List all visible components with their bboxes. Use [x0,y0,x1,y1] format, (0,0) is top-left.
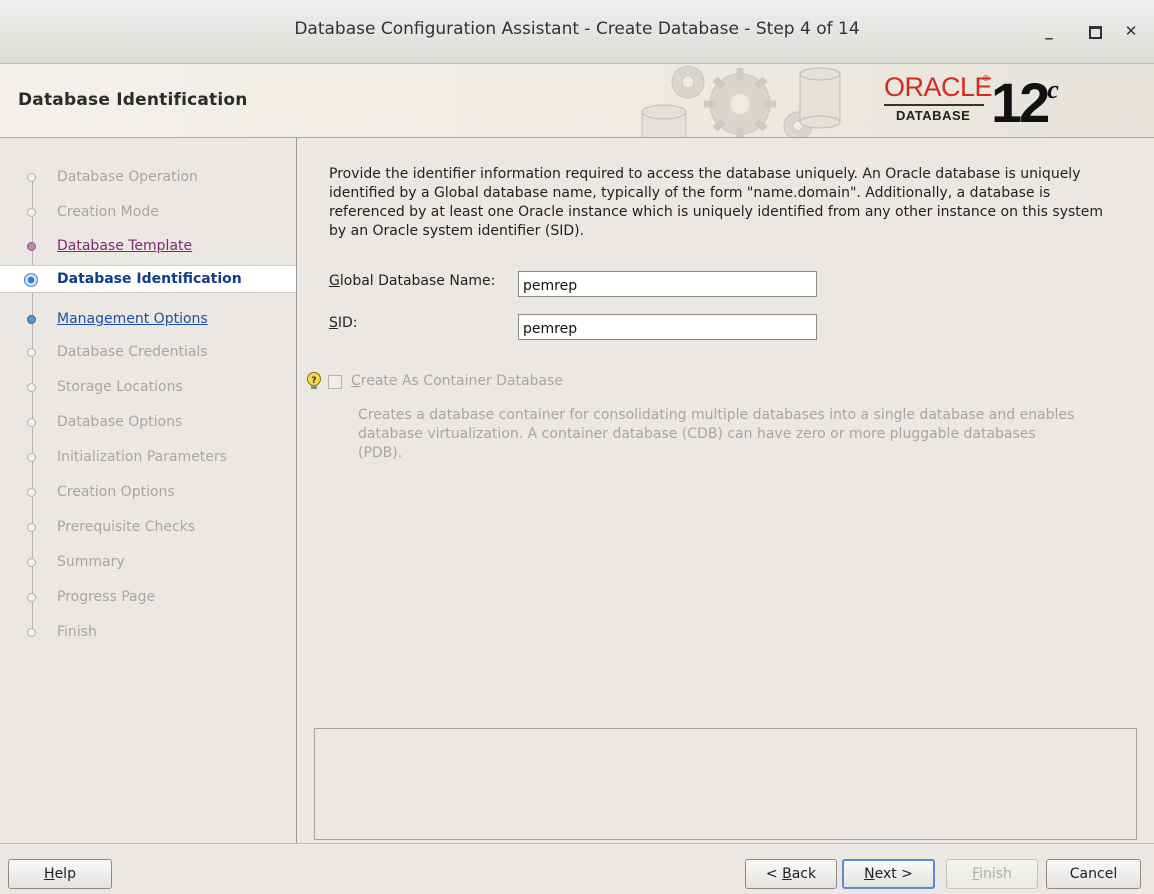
step-prerequisite-checks: Prerequisite Checks [0,513,296,541]
step-dot-icon [27,173,36,182]
maximize-button[interactable] [1082,18,1108,44]
current-step-icon [24,273,38,287]
step-database-identification: Database Identification [0,265,296,293]
step-creation-options: Creation Options [0,478,296,506]
button-prefix: < [765,866,783,882]
step-label: Prerequisite Checks [57,519,196,535]
wizard-header: Database Identification ORACLE ® DATABAS… [0,64,1154,138]
step-dot-icon [27,348,36,357]
brand-rule [884,104,984,106]
sid-input[interactable] [518,314,817,340]
step-management-options[interactable]: Management Options [0,305,296,333]
step-label: Database Identification [57,271,242,287]
back-button[interactable]: < Back [745,859,837,889]
window-title: Database Configuration Assistant - Creat… [294,19,860,39]
oracle-logo: ORACLE ® DATABASE [884,72,993,128]
step-dot-icon [27,593,36,602]
step-label: Creation Mode [57,204,159,220]
label-text: ID: [337,315,358,331]
step-dot-icon [27,558,36,567]
container-db-description: Creates a database container for consoli… [358,407,1075,461]
button-bar: Help < Back Next > Finish Cancel [0,843,1154,894]
gears-database-graphic [641,65,841,137]
minimize-button[interactable]: _ [1036,18,1062,44]
step-link[interactable]: Management Options [57,311,208,327]
cancel-button[interactable]: Cancel [1046,859,1141,889]
version-badge: 12c [991,70,1059,135]
create-container-db-checkbox[interactable] [328,375,342,389]
window-titlebar[interactable]: Database Configuration Assistant - Creat… [0,0,1154,64]
message-pane [314,728,1137,840]
svg-text:?: ? [311,376,316,386]
step-summary: Summary [0,548,296,576]
step-dot-icon [27,453,36,462]
mnemonic: H [44,866,55,882]
step-database-template[interactable]: Database Template [0,232,296,260]
next-button[interactable]: Next > [842,859,935,889]
mnemonic: G [329,273,340,289]
close-button[interactable]: ✕ [1118,18,1144,44]
step-dot-icon [27,242,36,251]
version-number: 12 [991,71,1050,134]
page-title: Database Identification [18,90,248,110]
step-creation-mode: Creation Mode [0,198,296,226]
label-text: lobal Database Name: [339,273,496,289]
main-panel: Provide the identifier information requi… [297,138,1154,843]
create-container-db-label: Create As Container Database [351,373,563,389]
button-label: ack [791,866,817,882]
step-label: Initialization Parameters [57,449,227,465]
step-dot-icon [27,488,36,497]
step-label: Storage Locations [57,379,183,395]
button-label: ext > [874,866,913,882]
step-dot-icon [27,523,36,532]
global-database-name-input[interactable] [518,271,817,297]
mnemonic: N [864,866,875,882]
step-label: Database Operation [57,169,198,185]
step-database-operation: Database Operation [0,163,296,191]
step-label: Creation Options [57,484,175,500]
step-label: Summary [57,554,125,570]
step-label: Progress Page [57,589,156,605]
step-initialization-parameters: Initialization Parameters [0,443,296,471]
maximize-icon [1088,26,1102,39]
button-label: elp [54,866,76,882]
version-suffix: c [1047,75,1059,105]
finish-button[interactable]: Finish [946,859,1038,889]
sid-label: SID: [329,315,358,331]
label-text: reate As Container Database [360,373,563,389]
step-database-options: Database Options [0,408,296,436]
lightbulb-hint-icon[interactable]: ? [306,372,322,390]
step-label: Database Credentials [57,344,208,360]
step-progress-page: Progress Page [0,583,296,611]
help-button[interactable]: Help [8,859,112,889]
mnemonic: S [329,315,338,331]
registered-mark: ® [982,74,990,83]
database-wordmark: DATABASE [896,108,971,123]
mnemonic: C [351,373,361,389]
step-dot-icon [27,383,36,392]
step-dot-icon [27,418,36,427]
step-dot-icon [27,315,36,324]
mnemonic: B [782,866,792,882]
step-storage-locations: Storage Locations [0,373,296,401]
step-dot-icon [27,208,36,217]
global-database-name-label: Global Database Name: [329,273,495,289]
step-label: Database Options [57,414,183,430]
step-link[interactable]: Database Template [57,238,192,254]
oracle-wordmark: ORACLE [884,72,993,102]
step-finish: Finish [0,618,296,646]
button-label: inish [979,866,1012,882]
steps-sidebar: Database Operation Creation Mode Databas… [0,138,297,843]
step-dot-icon [27,628,36,637]
step-label: Finish [57,624,97,640]
instructions-text: Provide the identifier information requi… [329,166,1104,239]
step-database-credentials: Database Credentials [0,338,296,366]
